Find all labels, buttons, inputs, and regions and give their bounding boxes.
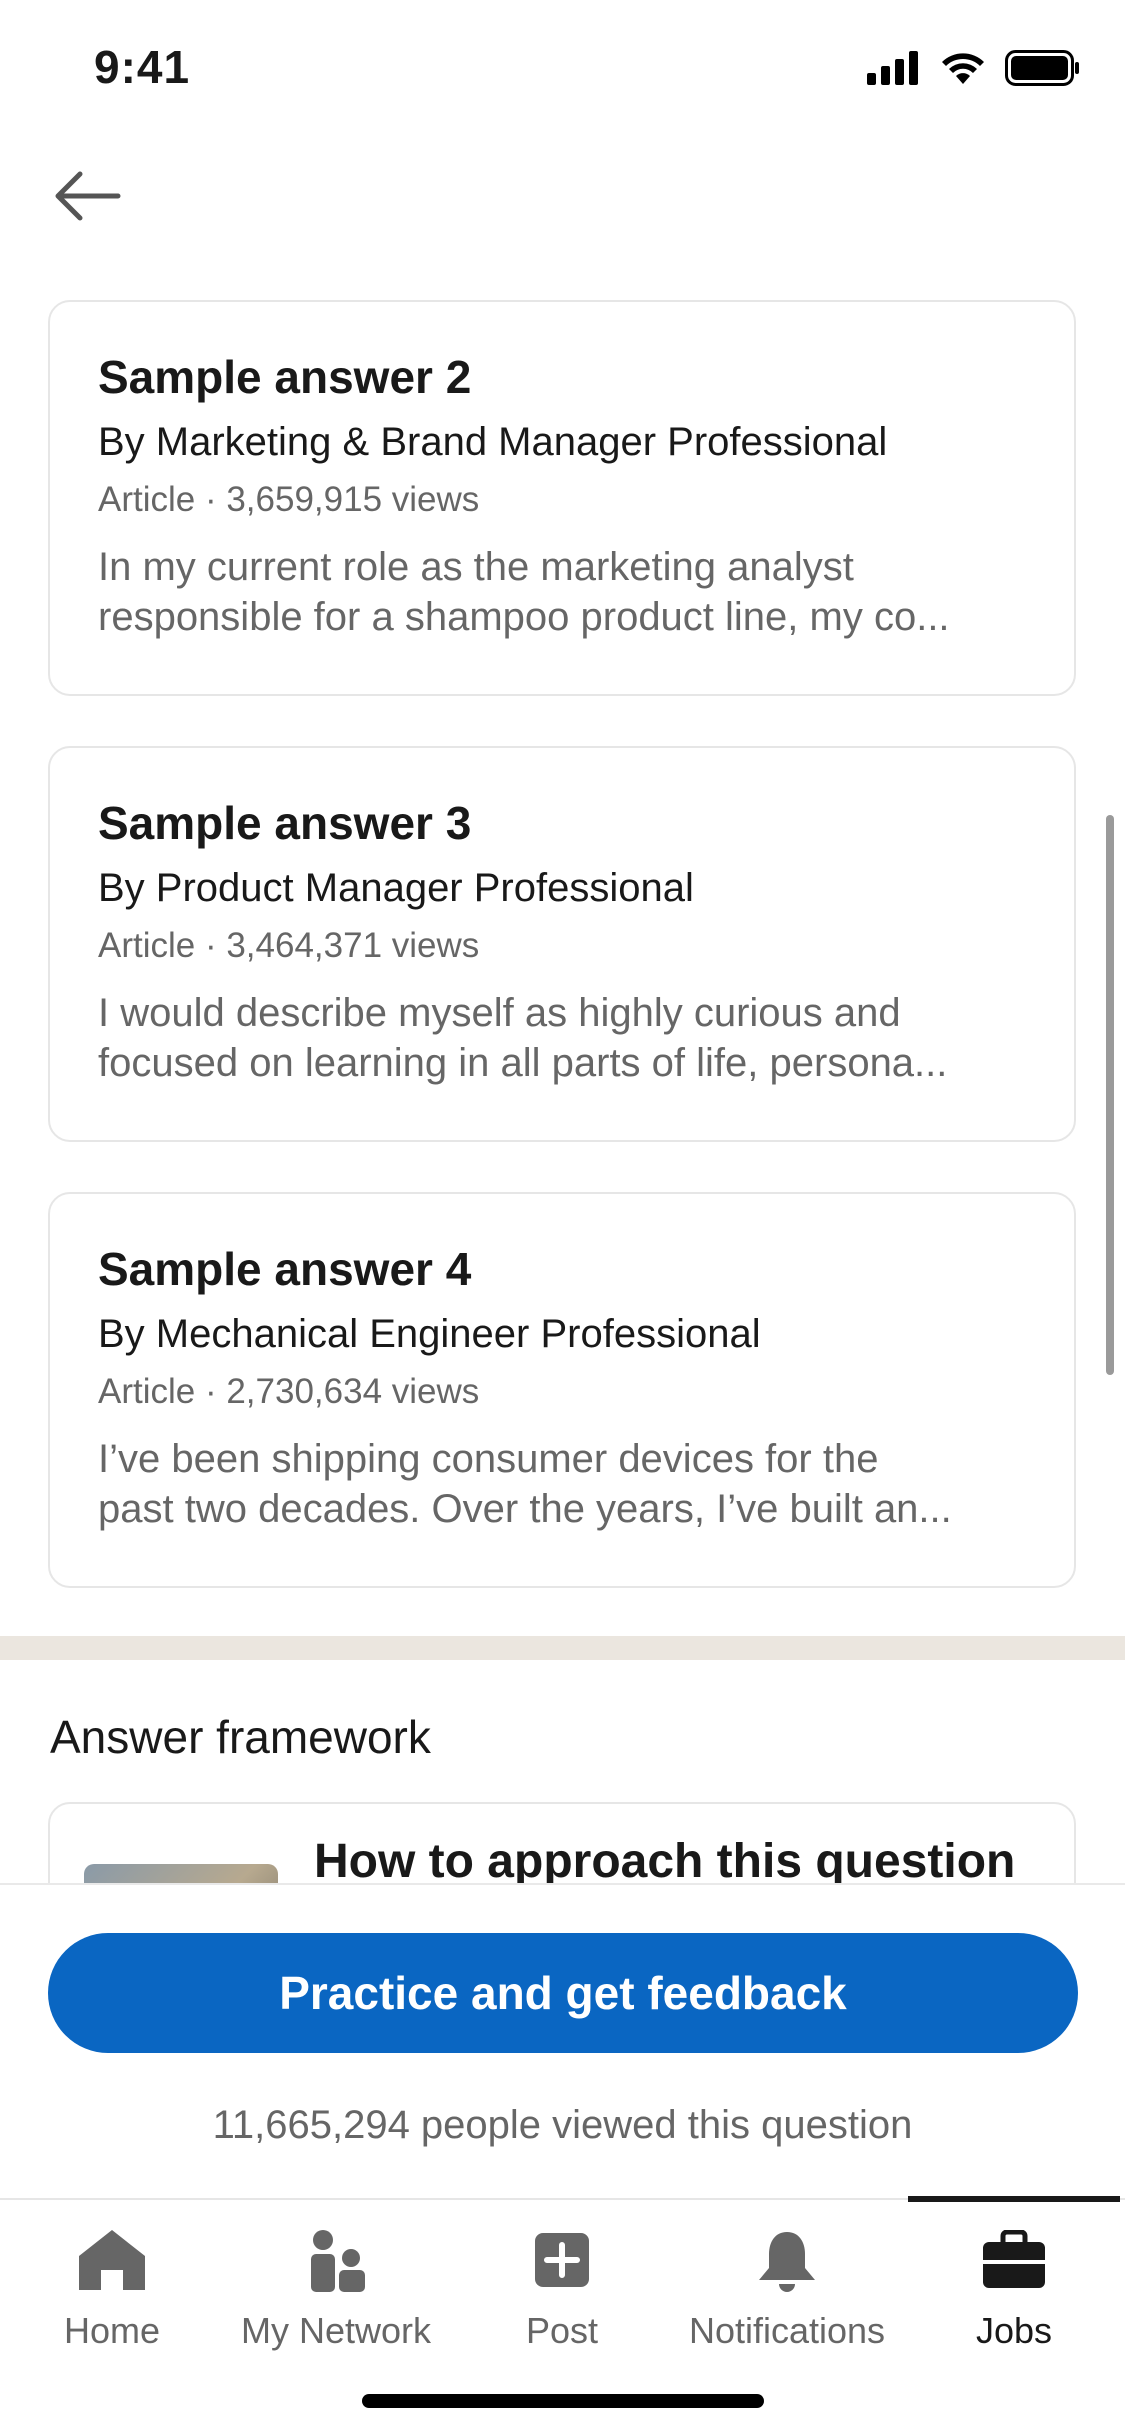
- tab-label: Home: [63, 2310, 161, 2351]
- tab-label: My Network: [240, 2310, 432, 2351]
- cellular-signal-icon: [867, 51, 921, 90]
- post-icon: [533, 2222, 591, 2298]
- card-snippet: I’ve been shipping consumer devices for …: [98, 1434, 1038, 1534]
- status-bar: 9:41: [0, 0, 1125, 132]
- bell-icon: [755, 2222, 819, 2298]
- tab-label: Notifications: [688, 2310, 886, 2351]
- card-snippet-line: I would describe myself as highly curiou…: [98, 991, 901, 1035]
- sample-answer-card[interactable]: Sample answer 4 By Mechanical Engineer P…: [48, 1192, 1076, 1588]
- scrollbar[interactable]: [1106, 815, 1114, 1375]
- arrow-left-icon: [52, 170, 122, 227]
- practice-feedback-button[interactable]: Practice and get feedback: [48, 1933, 1078, 2053]
- card-snippet-line: focused on learning in all parts of life…: [98, 1041, 948, 1085]
- card-snippet: I would describe myself as highly curiou…: [98, 988, 1038, 1088]
- tab-home[interactable]: Home: [22, 2200, 202, 2370]
- card-author: By Product Manager Professional: [98, 866, 694, 910]
- card-snippet-line: In my current role as the marketing anal…: [98, 545, 854, 589]
- sample-answer-card[interactable]: Sample answer 2 By Marketing & Brand Man…: [48, 300, 1076, 696]
- card-snippet: In my current role as the marketing anal…: [98, 542, 1038, 642]
- card-author: By Marketing & Brand Manager Professiona…: [98, 420, 888, 464]
- home-icon: [77, 2222, 147, 2298]
- tab-notifications[interactable]: Notifications: [676, 2200, 898, 2370]
- card-author: By Mechanical Engineer Professional: [98, 1312, 761, 1356]
- network-icon: [305, 2222, 367, 2298]
- framework-card[interactable]: How to approach this question: [48, 1802, 1076, 1883]
- tab-label: Post: [525, 2310, 599, 2351]
- card-snippet-line: responsible for a shampoo product line, …: [98, 595, 950, 639]
- card-title: Sample answer 4: [98, 1243, 472, 1295]
- card-snippet-line: I’ve been shipping consumer devices for …: [98, 1437, 879, 1481]
- section-divider: [0, 1636, 1125, 1660]
- tab-label: Jobs: [975, 2310, 1053, 2351]
- framework-thumbnail: [84, 1864, 278, 1883]
- card-meta: Article · 2,730,634 views: [98, 1372, 480, 1411]
- sample-answer-card[interactable]: Sample answer 3 By Product Manager Profe…: [48, 746, 1076, 1142]
- tab-my-network[interactable]: My Network: [226, 2200, 446, 2370]
- content-scroll-area[interactable]: Sample answer 2 By Marketing & Brand Man…: [0, 250, 1125, 1883]
- answer-framework-heading: Answer framework: [50, 1711, 431, 1763]
- card-meta: Article · 3,464,371 views: [98, 926, 480, 965]
- status-icons: [867, 50, 1081, 91]
- framework-card-title: How to approach this question: [314, 1835, 1016, 1883]
- briefcase-icon: [981, 2222, 1047, 2298]
- card-title: Sample answer 3: [98, 797, 472, 849]
- status-time: 9:41: [94, 41, 191, 93]
- action-area: Practice and get feedback 11,665,294 peo…: [0, 1883, 1125, 2198]
- card-snippet-line: past two decades. Over the years, I’ve b…: [98, 1487, 952, 1531]
- back-button[interactable]: [42, 160, 132, 236]
- home-indicator[interactable]: [362, 2394, 764, 2408]
- tab-post[interactable]: Post: [482, 2200, 642, 2370]
- viewed-count-text: 11,665,294 people viewed this question: [212, 2103, 913, 2147]
- card-title: Sample answer 2: [98, 351, 472, 403]
- card-meta: Article · 3,659,915 views: [98, 480, 480, 519]
- wifi-icon: [939, 50, 987, 91]
- tab-jobs[interactable]: Jobs: [934, 2200, 1094, 2370]
- battery-icon: [1005, 50, 1081, 91]
